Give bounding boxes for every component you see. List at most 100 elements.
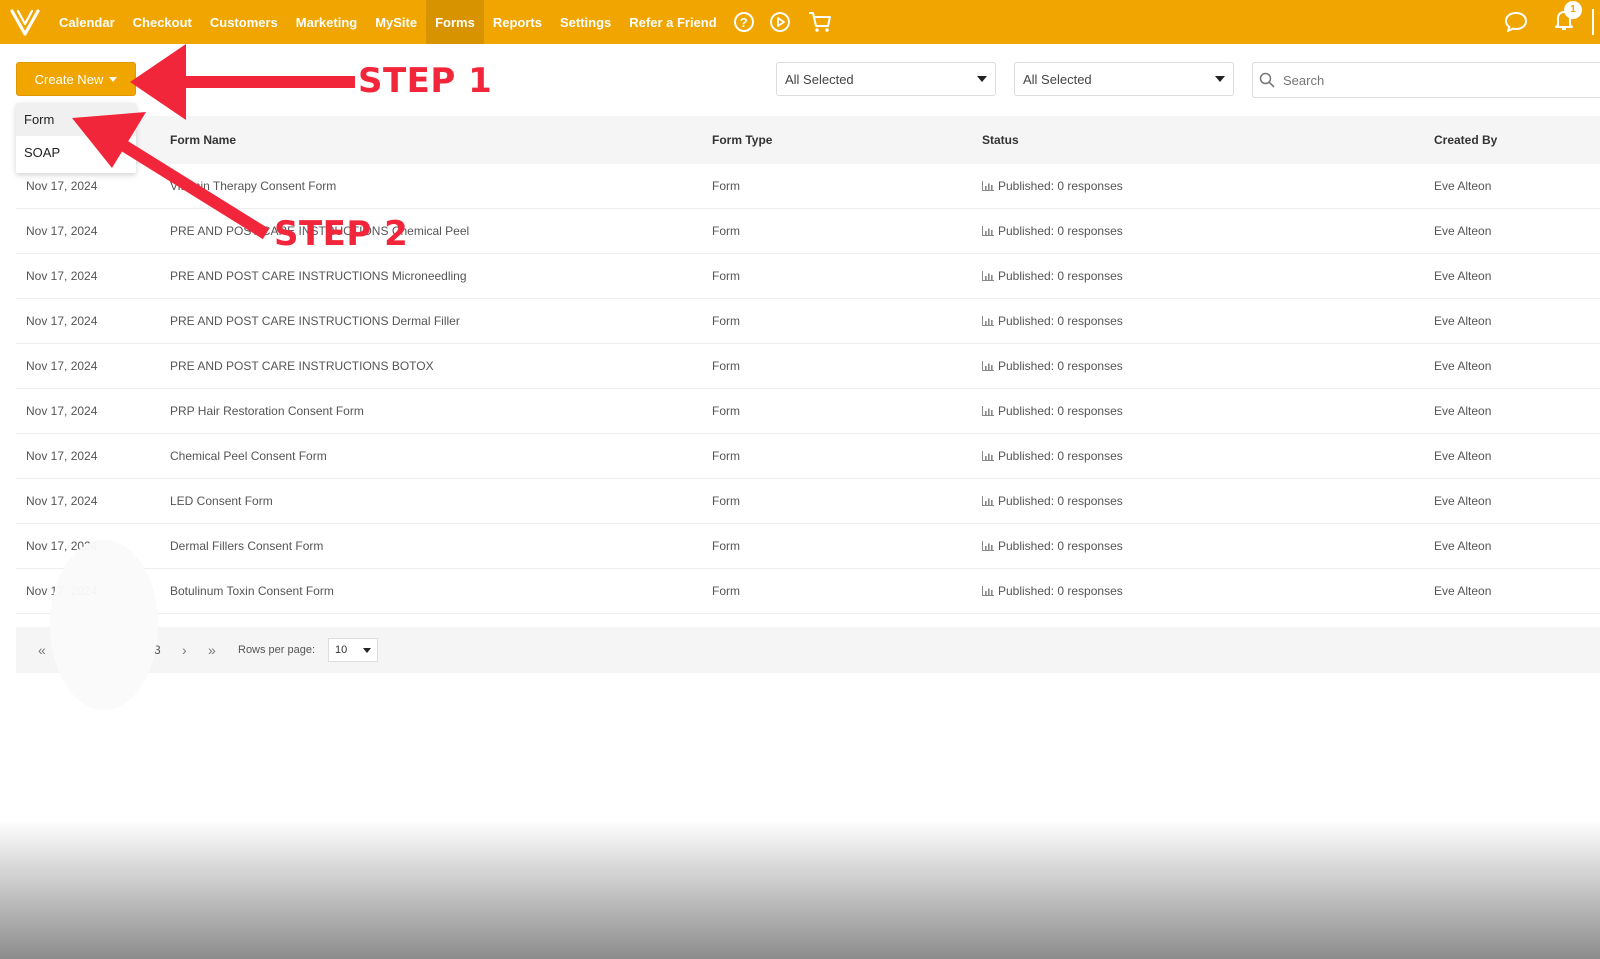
forms-table: Form Name Form Type Status Created By No… <box>16 116 1600 614</box>
nav-item-checkout[interactable]: Checkout <box>124 0 201 44</box>
table-row[interactable]: Nov 17, 2024 PRP Hair Restoration Consent… <box>16 389 1600 434</box>
row-created-by: Eve Alteon <box>1434 494 1492 508</box>
nav-item-settings[interactable]: Settings <box>551 0 620 44</box>
row-date: Nov 17, 2024 <box>26 449 98 463</box>
menu-item-soap[interactable]: SOAP <box>16 136 136 169</box>
bar-chart-icon <box>982 361 994 371</box>
nav-item-forms[interactable]: Forms <box>426 0 484 44</box>
nav-item-customers[interactable]: Customers <box>201 0 287 44</box>
rows-per-page-value: 10 <box>335 644 348 656</box>
row-date: Nov 17, 2024 <box>26 359 98 373</box>
row-created-by: Eve Alteon <box>1434 269 1492 283</box>
create-new-button[interactable]: Create New <box>16 62 136 96</box>
table-row[interactable]: Nov 17, 2024 PRE AND POST CARE INSTRUCTIO… <box>16 209 1600 254</box>
bar-chart-icon <box>982 496 994 506</box>
row-date: Nov 17, 2024 <box>26 314 98 328</box>
row-status: Published: 0 responses <box>982 254 1123 298</box>
row-form-name: Botulinum Toxin Consent Form <box>170 584 334 598</box>
caret-down-icon <box>1215 76 1225 82</box>
logo-icon[interactable] <box>8 5 42 39</box>
cart-icon[interactable] <box>808 11 832 33</box>
nav-item-marketing[interactable]: Marketing <box>287 0 366 44</box>
row-status-text[interactable]: Published: 0 responses <box>998 314 1123 328</box>
row-status-text[interactable]: Published: 0 responses <box>998 404 1123 418</box>
row-status: Published: 0 responses <box>982 434 1123 478</box>
play-icon[interactable] <box>769 12 790 32</box>
row-created-by: Eve Alteon <box>1434 179 1492 193</box>
row-status: Published: 0 responses <box>982 479 1123 523</box>
redaction-blur <box>50 540 158 710</box>
row-form-type: Form <box>712 404 740 418</box>
row-status: Published: 0 responses <box>982 164 1123 208</box>
notification-badge: 1 <box>1564 0 1582 19</box>
menu-edge[interactable] <box>1592 9 1600 35</box>
help-icon[interactable]: ? <box>733 12 754 32</box>
row-status-text[interactable]: Published: 0 responses <box>998 494 1123 508</box>
top-nav-bar: Calendar Checkout Customers Marketing My… <box>0 0 1600 44</box>
notifications[interactable]: 1 <box>1554 0 1582 36</box>
row-form-type: Form <box>712 224 740 238</box>
row-form-name: Dermal Fillers Consent Form <box>170 539 324 553</box>
row-form-name: PRE AND POST CARE INSTRUCTIONS BOTOX <box>170 359 434 373</box>
row-status-text[interactable]: Published: 0 responses <box>998 584 1123 598</box>
header-status[interactable]: Status <box>982 116 1019 164</box>
row-status-text[interactable]: Published: 0 responses <box>998 449 1123 463</box>
rows-per-page-select[interactable]: 10 <box>328 638 378 662</box>
menu-item-form[interactable]: Form <box>16 103 136 136</box>
row-form-type: Form <box>712 449 740 463</box>
main-nav: Calendar Checkout Customers Marketing My… <box>50 0 842 44</box>
table-body: Nov 17, 2024 Vitamin Therapy Consent Form… <box>16 164 1600 614</box>
pagination: « 3 › » Rows per page: 10 <box>16 627 1600 673</box>
chat-icon[interactable] <box>1504 11 1528 33</box>
row-form-type: Form <box>712 584 740 598</box>
table-row[interactable]: Nov 17, 2024 LED Consent Form Form Publishe… <box>16 479 1600 524</box>
caret-down-icon <box>363 647 371 653</box>
row-status: Published: 0 responses <box>982 299 1123 343</box>
nav-item-mysite[interactable]: MySite <box>366 0 426 44</box>
filter-select-1[interactable]: All Selected <box>776 62 996 96</box>
row-status-text[interactable]: Published: 0 responses <box>998 269 1123 283</box>
table-row[interactable]: Nov 17, 2024 PRE AND POST CARE INSTRUCTIO… <box>16 254 1600 299</box>
table-row[interactable]: Nov 17, 2024 PRE AND POST CARE INSTRUCTIO… <box>16 299 1600 344</box>
table-row[interactable]: Nov 17, 2024Botulinum Toxin Consent Form… <box>16 569 1600 614</box>
row-created-by: Eve Alteon <box>1434 359 1492 373</box>
row-form-type: Form <box>712 359 740 373</box>
table-row[interactable]: Nov 17, 2024 Dermal Fillers Consent Form F… <box>16 524 1600 569</box>
search-box <box>1252 62 1600 98</box>
row-form-type: Form <box>712 539 740 553</box>
table-row[interactable]: Nov 17, 2024 Vitamin Therapy Consent Form… <box>16 164 1600 209</box>
bar-chart-icon <box>982 451 994 461</box>
header-form-name[interactable]: Form Name <box>170 116 236 164</box>
step-1-label: STEP 1 <box>358 61 493 101</box>
nav-item-refer-a-friend[interactable]: Refer a Friend <box>620 0 725 44</box>
first-page-button[interactable]: « <box>38 627 46 673</box>
row-status-text[interactable]: Published: 0 responses <box>998 539 1123 553</box>
search-input[interactable] <box>1281 71 1585 89</box>
header-created-by[interactable]: Created By <box>1434 116 1497 164</box>
row-date: Nov 17, 2024 <box>26 269 98 283</box>
row-status-text[interactable]: Published: 0 responses <box>998 224 1123 238</box>
row-date: Nov 17, 2024 <box>26 224 98 238</box>
header-form-type[interactable]: Form Type <box>712 116 772 164</box>
row-form-name: LED Consent Form <box>170 494 273 508</box>
caret-down-icon <box>109 76 118 82</box>
nav-item-calendar[interactable]: Calendar <box>50 0 124 44</box>
bar-chart-icon <box>982 181 994 191</box>
filter-select-2-value: All Selected <box>1023 71 1092 87</box>
bar-chart-icon <box>982 541 994 551</box>
bar-chart-icon <box>982 586 994 596</box>
table-row[interactable]: Nov 17, 2024 PRE AND POST CARE INSTRUCTIO… <box>16 344 1600 389</box>
last-page-button[interactable]: » <box>208 627 216 673</box>
row-form-name: PRE AND POST CARE INSTRUCTIONS Microneed… <box>170 269 467 283</box>
nav-item-reports[interactable]: Reports <box>484 0 551 44</box>
filter-select-2[interactable]: All Selected <box>1014 62 1234 96</box>
row-form-type: Form <box>712 269 740 283</box>
row-status: Published: 0 responses <box>982 524 1123 568</box>
row-status-text[interactable]: Published: 0 responses <box>998 179 1123 193</box>
next-page-button[interactable]: › <box>182 627 187 673</box>
row-form-type: Form <box>712 494 740 508</box>
table-row[interactable]: Nov 17, 2024 Chemical Peel Consent Form Fo… <box>16 434 1600 479</box>
row-form-name: Vitamin Therapy Consent Form <box>170 179 337 193</box>
row-status-text[interactable]: Published: 0 responses <box>998 359 1123 373</box>
row-form-name: PRE AND POST CARE INSTRUCTIONS Dermal Fi… <box>170 314 460 328</box>
